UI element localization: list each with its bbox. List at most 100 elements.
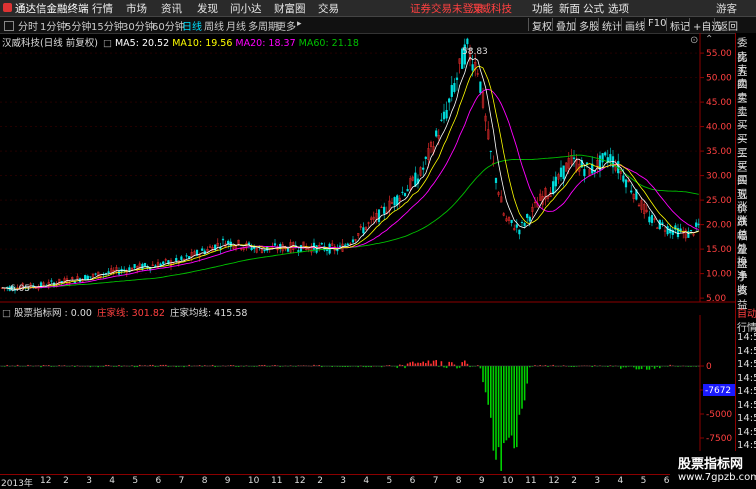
month-label: 5 [386,476,393,486]
year-label: 2013年 [1,479,33,489]
month-label: 12 [294,476,306,486]
indicator-bars [1,360,700,471]
tick-time: 14:50 [737,345,756,357]
panel-toggle-icon[interactable] [4,21,14,31]
period-daily[interactable]: 日线 [182,18,202,33]
period-60min[interactable]: 60分钟 [152,18,185,33]
low-marker: 6.05 [10,284,30,294]
price-tick: 55.00 [706,49,732,59]
btn-adjust[interactable]: 复权 [528,18,552,33]
price-tick: 20.00 [706,221,732,231]
month-label: 3 [594,476,601,486]
window-stock-title: 汉威科技 [470,3,512,15]
price-tick: 35.00 [706,147,732,157]
month-label: 11 [525,476,537,486]
quote-side-panel: 委比 卖五 卖四 卖三 卖二 卖一 买一 买二 买三 买四 买五 现价 涨跌 涨幅 总量 外盘 换手 净资 收益 自动… [735,33,756,487]
btn-overlay[interactable]: 叠加 [552,18,576,33]
btn-back[interactable]: 返回 [714,18,738,33]
month-label: 8 [455,476,462,486]
tick-time: 14:50 [737,359,756,370]
tick-time: 14:50 [737,332,756,343]
period-intraday[interactable]: 分时 [18,18,38,33]
btn-mark[interactable]: 标记 [666,18,690,33]
month-label: 12 [40,476,52,486]
month-label: 2 [317,476,323,486]
month-label: 9 [478,476,485,486]
period-15min[interactable]: 15分钟 [91,18,124,33]
price-axis: 55.00 50.00 45.00 40.00 35.00 30.00 25.00 20.00… [699,33,732,303]
price-tick: 45.00 [706,98,732,108]
indicator-chart[interactable]: 0-2500-5000-7500-10000 -7672 [0,315,735,473]
month-label: 10 [247,476,260,486]
btn-f10[interactable]: F10 [644,18,666,31]
menu-market[interactable]: 行情 [92,1,113,16]
high-marker: 58.83 [462,47,488,57]
menu-functions[interactable]: 功能 [532,1,553,16]
guest-label[interactable]: 游客 [716,1,737,16]
price-tick: 25.00 [706,196,732,206]
tick-time: 14:50 [737,386,756,397]
month-label: 5 [640,476,647,486]
month-label: 2 [571,476,578,486]
tick-time: 14:50 [737,426,756,438]
watermark-url: www.7gpzb.com [678,472,756,483]
menu-newface[interactable]: 新面 [559,1,580,16]
tick-time: 14:50 [737,372,756,384]
price-tick: 50.00 [706,74,732,84]
month-label: 5 [132,476,139,486]
app-name: 通达信金融终端 [15,3,89,15]
month-label: 6 [409,476,416,486]
month-label: 10 [502,476,514,486]
moving-averages [1,48,699,290]
watermark: 股票指标网 www.7gpzb.com [670,451,756,487]
menu-markets[interactable]: 市场 [126,1,147,16]
btn-multi-stock[interactable]: 多股 [575,18,599,33]
month-label: 11 [271,476,283,486]
month-label: 8 [201,476,208,486]
menu-trade[interactable]: 交易 [318,1,339,16]
month-label: 4 [617,476,624,486]
period-toolbar: 分时 1分钟 5分钟 15分钟 30分钟 60分钟 日线 周线 月线 多周期 更… [0,17,756,34]
date-axis: 2013年 12 2 3 4 5 6 7 8 9 10 11 12 2 3 4 5 6 7 8 9 10 11 12 2 3 4 5… [0,474,735,489]
app-logo-icon [3,3,12,12]
tick-time: 14:50 [737,440,756,451]
indicator-axis: 0-2500-5000-7500-10000 [0,315,735,473]
period-monthly[interactable]: 月线 [226,18,246,33]
period-1min[interactable]: 1分钟 [40,18,66,33]
current-value: -7672 [705,386,731,396]
month-label: 12 [548,476,560,486]
month-label: 3 [86,476,92,486]
indicator-tick: -7500 [706,434,732,444]
watermark-title: 股票指标网 [678,457,744,472]
btn-stats[interactable]: 统计 [598,18,622,33]
month-label: 7 [178,476,185,486]
price-tick: 15.00 [706,245,732,255]
price-chart[interactable]: 55.00 50.00 45.00 40.00 35.00 30.00 25.00 20.00… [0,33,735,303]
menu-discover[interactable]: 发现 [197,1,218,16]
period-5min[interactable]: 5分钟 [65,18,91,33]
price-tick: 40.00 [706,123,732,133]
menu-wealth[interactable]: 财富圈 [274,1,306,16]
month-label: 6 [663,476,670,486]
menu-news[interactable]: 资讯 [161,1,182,16]
period-30min[interactable]: 30分钟 [122,18,155,33]
tick-time: 14:50 [737,413,756,424]
period-multi[interactable]: 多周期 [248,18,278,33]
menu-formula[interactable]: 公式 [583,1,604,16]
menu-options[interactable]: 选项 [608,1,629,16]
month-label: 9 [224,476,231,486]
period-more[interactable]: 更多 [276,18,296,33]
month-label: 6 [155,476,162,486]
month-label: 7 [432,476,439,486]
period-weekly[interactable]: 周线 [204,18,224,33]
price-tick: 30.00 [706,172,732,182]
more-arrow-icon[interactable]: ▸ [297,19,302,29]
price-tick: 10.00 [706,270,732,280]
title-bar: 通达信金融终端 行情 市场 资讯 发现 问小达 财富圈 交易 证券交易未登录 汉… [0,0,756,17]
month-label: 3 [340,476,347,486]
btn-draw[interactable]: 画线 [621,18,645,33]
month-label: 4 [363,476,370,486]
indicator-tick: -5000 [706,410,732,420]
month-label: 2 [63,476,69,486]
menu-ask[interactable]: 问小达 [230,1,262,16]
